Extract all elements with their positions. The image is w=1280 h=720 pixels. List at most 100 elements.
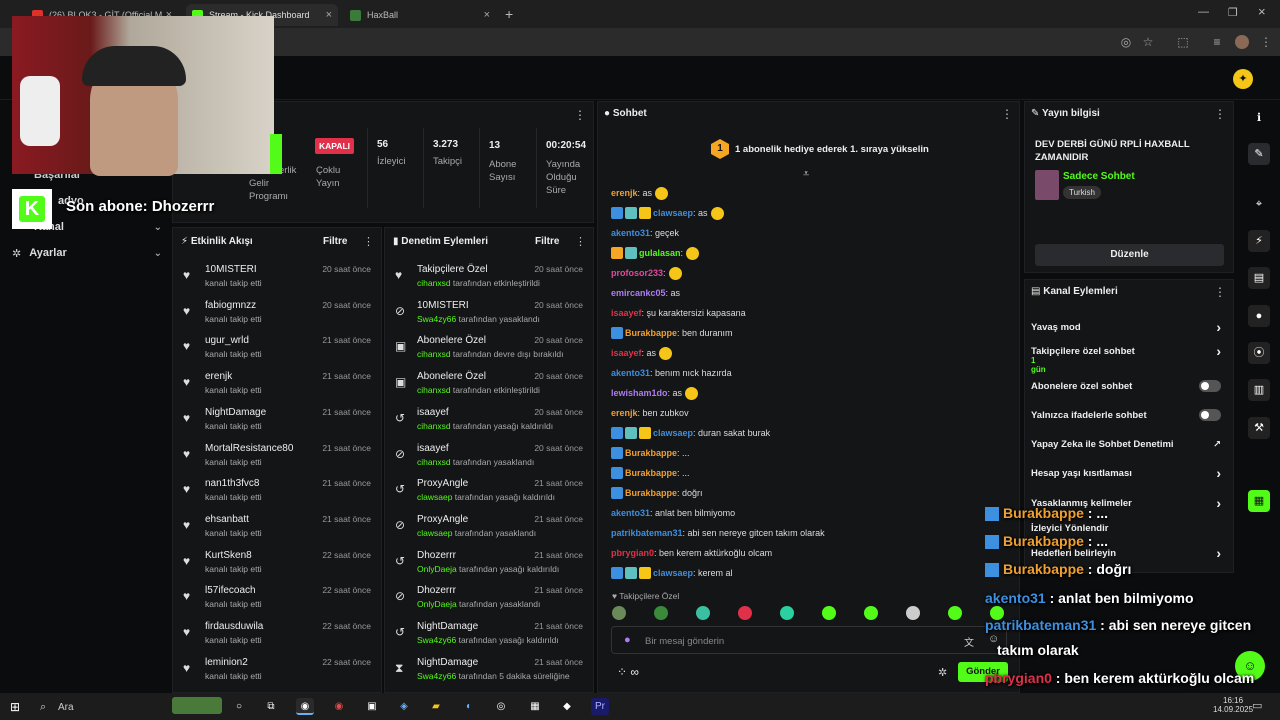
chat-icon[interactable]: ● (1248, 305, 1270, 327)
wrench-icon[interactable]: ⚒ (1248, 417, 1270, 439)
list-item[interactable]: ♥ 10MISTERI kanalı takip etti 20 saat önce (173, 260, 381, 296)
layout-icon[interactable]: ▥ (1248, 379, 1270, 401)
notification-icon[interactable]: ▭ (1252, 699, 1262, 712)
toggle-switch[interactable] (1199, 380, 1221, 392)
chat-message[interactable]: pbrygian0: ben kerem aktürkoğlu olcam (611, 545, 772, 561)
chat-username[interactable]: Burakbappe (625, 448, 677, 458)
chat-message[interactable]: isaayef: as (611, 345, 673, 361)
list-item[interactable]: ⊘ ProxyAngle clawsaep tarafından yasakland… (385, 510, 593, 546)
steam-icon[interactable]: ◐ (460, 698, 478, 715)
chat-username[interactable]: akento31 (611, 228, 650, 238)
chevron-right-icon[interactable]: › (1216, 343, 1221, 359)
chat-username[interactable]: isaayef (611, 308, 642, 318)
list-item[interactable]: ♥ ugur_wrld kanalı takip etti 21 saat önce (173, 331, 381, 367)
lightning-icon[interactable]: ⚡ (1248, 230, 1270, 252)
desktop-icon[interactable]: ⧉ (262, 698, 280, 715)
chat-username[interactable]: akento31 (611, 508, 650, 518)
chat-message[interactable]: clawsaep: as (611, 205, 724, 221)
app-icon[interactable]: ◆ (558, 698, 576, 715)
profile-avatar[interactable] (1235, 35, 1249, 49)
chevron-right-icon[interactable]: › (1216, 495, 1221, 511)
minimize-icon[interactable]: — (1198, 6, 1209, 18)
list-item[interactable]: ⊘ isaayef cihanxsd tarafından yasaklandı 20… (385, 439, 593, 475)
chat-message[interactable]: erenjk: as (611, 185, 669, 201)
panel-menu-icon[interactable]: ⋮ (1214, 107, 1226, 121)
broadcast-icon[interactable]: ⦿ (1248, 342, 1270, 364)
chat-message[interactable]: clawsaep: kerem al (611, 565, 733, 581)
list-item[interactable]: ▣ Abonelere Özel cihanxsd tarafından etkin… (385, 367, 593, 403)
taskbar-widget[interactable] (172, 697, 222, 714)
list-item[interactable]: ♥ nan1th3fvc8 kanalı takip etti 21 saat önc… (173, 474, 381, 510)
chat-username[interactable]: akento31 (611, 368, 650, 378)
list-item[interactable]: ↺ ProxyAngle clawsaep tarafından yasağı ka… (385, 474, 593, 510)
list-item[interactable]: ♥ fabiogmnzz kanalı takip etti 20 saat önce (173, 296, 381, 332)
taskbar-clock[interactable]: 16:16 14.09.2025 (1213, 696, 1253, 714)
chat-message[interactable]: patrikbateman31: abi sen nereye gitcen t… (611, 525, 825, 541)
list-item[interactable]: ↺ Dhozerrr OnlyDaeja tarafından yasağı kal… (385, 546, 593, 582)
reading-list-icon[interactable]: ≡ (1209, 34, 1225, 50)
close-window-icon[interactable]: × (1258, 4, 1266, 19)
panel-menu-icon[interactable]: ⋮ (363, 235, 374, 248)
chat-username[interactable]: profosor233 (611, 268, 663, 278)
chat-message[interactable]: profosor233: (611, 265, 682, 281)
list-item[interactable]: ♥ Takipçilere Özel cihanxsd tarafından etk… (385, 260, 593, 296)
channel-action-item[interactable]: Yalnızca ifadelerle sohbet (1031, 408, 1221, 422)
chat-username[interactable]: erenjk (611, 408, 638, 418)
obs-icon[interactable]: ◎ (492, 698, 510, 715)
chat-message[interactable]: Burakbappe: doğrı (611, 485, 703, 501)
taskbar-search-label[interactable]: Ara (58, 702, 74, 713)
list-item[interactable]: ▣ Abonelere Özel cihanxsd tarafından devre… (385, 331, 593, 367)
close-tab-icon[interactable]: × (484, 9, 490, 21)
emote-icon[interactable] (738, 606, 752, 620)
emote-icon[interactable] (654, 606, 668, 620)
list-item[interactable]: ♥ l57ifecoach kanalı takip etti 22 saat önc… (173, 581, 381, 617)
panel-menu-icon[interactable]: ⋮ (575, 235, 586, 248)
list-item[interactable]: ♥ leminion2 kanalı takip etti 22 saat önce (173, 653, 381, 689)
edit-icon[interactable]: ✎ (1248, 143, 1270, 165)
moderation-filter-button[interactable]: Filtre (535, 236, 559, 247)
channel-action-item[interactable]: Yapay Zeka ile Sohbet Denetimi ↗ (1031, 437, 1221, 451)
close-tab-icon[interactable]: × (326, 9, 332, 21)
app-icon[interactable]: ◈ (395, 698, 413, 715)
list-item[interactable]: ♥ NightDamage kanalı takip etti 21 saat önc… (173, 403, 381, 439)
chat-message[interactable]: akento31: benım nıck hazırda (611, 365, 732, 381)
category-link[interactable]: Sadece Sohbet (1063, 171, 1135, 182)
list-item[interactable]: ♥ ehsanbatt kanalı takip etti 21 saat önce (173, 510, 381, 546)
browser-tab-haxball[interactable]: HaxBall × (344, 4, 496, 26)
chat-username[interactable]: isaayef (611, 348, 642, 358)
maximize-icon[interactable]: ❐ (1228, 6, 1238, 19)
chat-username[interactable]: Burakbappe (625, 468, 677, 478)
new-tab-icon[interactable]: + (505, 6, 513, 22)
chat-username[interactable]: emircankc05 (611, 288, 666, 298)
chat-username[interactable]: pbrygian0 (611, 548, 654, 558)
focus-icon[interactable]: ⌖ (1248, 193, 1270, 215)
list-item[interactable]: ⊘ 10MISTERI Swa4zy66 tarafından yasaklandı… (385, 296, 593, 332)
list-item[interactable]: ↺ isaayef cihanxsd tarafından yasağı kaldı… (385, 403, 593, 439)
panel-menu-icon[interactable]: ⋮ (1214, 285, 1226, 299)
chat-message[interactable]: Burakbappe: ben duranım (611, 325, 733, 341)
taskview-icon[interactable]: ○ (230, 698, 248, 715)
search-icon[interactable]: ⌕ (40, 701, 46, 714)
panel-menu-icon[interactable]: ⋮ (574, 108, 586, 122)
list-item[interactable]: ⧗ NightDamage Swa4zy66 tarafından 5 dakika… (385, 653, 593, 689)
chat-username[interactable]: clawsaep (653, 208, 693, 218)
list-item[interactable]: ♥ erenjk kanalı takip etti 21 saat önce (173, 367, 381, 403)
chat-message[interactable]: emircankc05: as (611, 285, 680, 301)
chat-message[interactable]: Burakbappe: ... (611, 465, 690, 481)
chat-username[interactable]: gulalasan (639, 248, 681, 258)
emote-icon[interactable] (864, 606, 878, 620)
channel-action-item[interactable]: Abonelere özel sohbet (1031, 379, 1221, 393)
list-item[interactable]: ♥ KurtSken8 kanalı takip etti 22 saat önce (173, 546, 381, 582)
windows-start-icon[interactable]: ⊞ (10, 700, 20, 714)
emote-icon[interactable] (612, 606, 626, 620)
list-item[interactable]: ↺ NightDamage Swa4zy66 tarafından yasağı k… (385, 617, 593, 653)
chevron-right-icon[interactable]: › (1216, 319, 1221, 335)
extensions-icon[interactable]: ⬚ (1175, 34, 1191, 50)
chat-username[interactable]: clawsaep (653, 568, 693, 578)
activity-filter-button[interactable]: Filtre (323, 236, 347, 247)
chat-username[interactable]: clawsaep (653, 428, 693, 438)
chat-points-indicator[interactable]: ⁘ ∞ (617, 665, 639, 679)
toggle-switch[interactable] (1199, 409, 1221, 421)
premiere-icon[interactable]: Pr (591, 698, 609, 715)
chat-message[interactable]: Burakbappe: ... (611, 445, 690, 461)
